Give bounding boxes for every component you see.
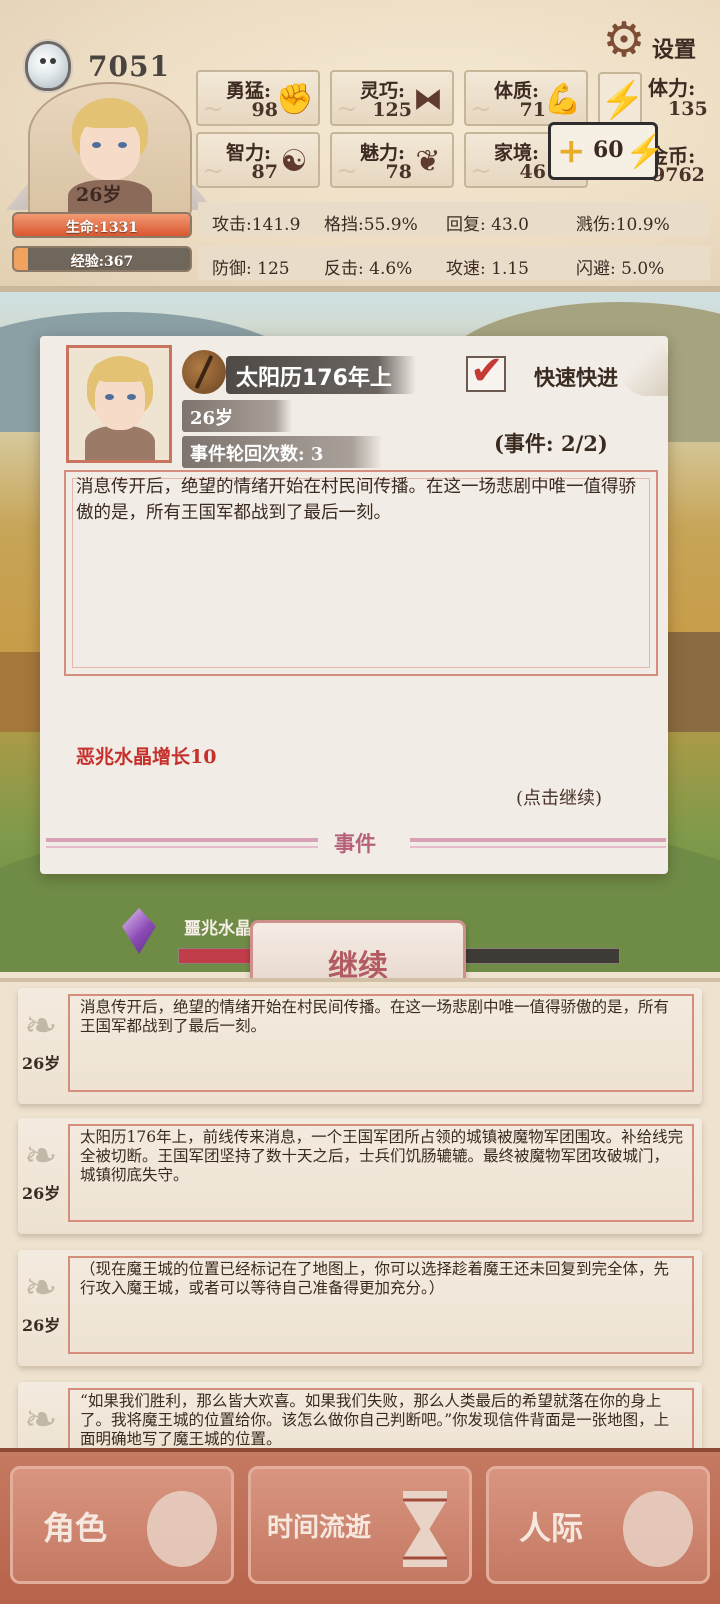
event-text: 消息传开后，绝望的情绪开始在村民间传播。在这一场悲剧中唯一值得骄傲的是，所有王国… bbox=[76, 477, 636, 523]
hp-bar: 生命:1331 bbox=[12, 212, 192, 238]
stat-value: 87 bbox=[251, 161, 278, 183]
event-section-label: 事件 bbox=[334, 831, 376, 856]
event-reward: 恶兆水晶增长10 bbox=[76, 746, 217, 768]
fist-icon: ✊ bbox=[276, 82, 314, 117]
event-age: 26岁 bbox=[190, 408, 234, 429]
soul-gem-icon bbox=[28, 44, 68, 88]
swirl-ornament-icon: ~ bbox=[470, 94, 492, 124]
event-counter: (事件: 2/2) bbox=[494, 431, 608, 456]
people-icon bbox=[623, 1491, 693, 1567]
stat-card-valor[interactable]: ~ 勇猛: 98 ✊ bbox=[196, 70, 320, 126]
combat-stat-defense: 防御: 125 bbox=[212, 259, 290, 279]
tie-icon: ⧓ bbox=[413, 82, 443, 117]
log-text: “如果我们胜利，那么皆大欢喜。如果我们失败，那么人类最后的希望就落在你的身上了。… bbox=[80, 1392, 670, 1448]
stamina-label: 体力: bbox=[648, 76, 696, 100]
paper-curl-decoration bbox=[622, 336, 668, 396]
feather-icon: ❧ bbox=[24, 1003, 58, 1049]
event-cycle-count: 事件轮回次数: 3 bbox=[190, 444, 324, 465]
combat-stat-regen: 回复: 43.0 bbox=[446, 215, 529, 235]
settings-button[interactable]: 设置 bbox=[652, 32, 696, 64]
log-age: 26岁 bbox=[22, 1316, 61, 1335]
hp-text: 生命:1331 bbox=[65, 220, 139, 236]
combat-stat-splash: 溅伤:10.9% bbox=[576, 215, 670, 235]
combat-stat-attack: 攻击:141.9 bbox=[212, 215, 301, 235]
nav-label: 人际 bbox=[519, 1509, 584, 1547]
event-date: 太阳历176年上 bbox=[236, 366, 392, 391]
combat-stat-attack-speed: 攻速: 1.15 bbox=[446, 259, 529, 279]
hourglass-icon bbox=[403, 1491, 447, 1567]
lightning-icon: ⚡ bbox=[625, 132, 665, 170]
swirl-ornament-icon: ~ bbox=[336, 94, 358, 124]
bean-icon bbox=[182, 350, 226, 394]
nav-label: 时间流逝 bbox=[267, 1513, 372, 1543]
click-to-continue-hint[interactable]: (点击继续) bbox=[516, 784, 602, 810]
xp-bar: 经验:367 bbox=[12, 246, 192, 272]
stamina-gain-popup: + 60 ⚡ bbox=[548, 122, 665, 180]
gem-count: 7051 bbox=[88, 50, 170, 83]
plus-icon: + bbox=[557, 131, 586, 171]
nav-relations-button[interactable]: 人际 bbox=[486, 1466, 710, 1584]
log-age: 26岁 bbox=[22, 1054, 61, 1073]
stat-card-charm[interactable]: ~ 魅力: 78 ❦ bbox=[330, 132, 454, 188]
omen-crystal-fill bbox=[179, 949, 259, 963]
swirl-ornament-icon: ~ bbox=[202, 94, 224, 124]
stat-card-agility[interactable]: ~ 灵巧: 125 ⧓ bbox=[330, 70, 454, 126]
stat-value: 125 bbox=[372, 99, 412, 121]
feather-icon: ❧ bbox=[24, 1265, 58, 1311]
log-text: 太阳历176年上，前线传来消息，一个王国军团所占领的城镇被魔物军团围攻。补给线完… bbox=[80, 1128, 684, 1184]
log-text: 消息传开后，绝望的情绪开始在村民间传播。在这一场悲剧中唯一值得骄傲的是，所有王国… bbox=[80, 998, 670, 1035]
log-item[interactable]: ❧ 26岁 太阳历176年上，前线传来消息，一个王国军团所占领的城镇被魔物军团围… bbox=[18, 1118, 702, 1234]
stamina-gain-value: 60 bbox=[593, 137, 624, 163]
stamina-value: 135 bbox=[668, 98, 708, 120]
flower-icon: ❦ bbox=[415, 144, 441, 179]
age-label: 26岁 bbox=[76, 184, 122, 206]
stat-value: 78 bbox=[385, 161, 412, 183]
combat-stat-dodge: 闪避: 5.0% bbox=[576, 259, 665, 279]
stat-value: 71 bbox=[519, 99, 546, 121]
stat-value: 98 bbox=[251, 99, 278, 121]
event-portrait bbox=[66, 345, 172, 463]
omen-crystal-label: 噩兆水晶 bbox=[184, 919, 252, 939]
feather-icon: ❧ bbox=[24, 1397, 58, 1443]
gear-icon[interactable]: ⚙ bbox=[598, 14, 650, 66]
character-bust-icon bbox=[147, 1491, 217, 1567]
feather-icon: ❧ bbox=[24, 1133, 58, 1179]
log-item[interactable]: ❧ 26岁 消息传开后，绝望的情绪开始在村民间传播。在这一场悲剧中唯一值得骄傲的… bbox=[18, 988, 702, 1104]
arm-icon: 💪 bbox=[544, 82, 582, 117]
nav-label: 角色 bbox=[43, 1509, 108, 1547]
combat-stat-counter: 反击: 4.6% bbox=[324, 259, 413, 279]
brain-icon: ☯ bbox=[280, 144, 308, 179]
fast-forward-checkbox[interactable] bbox=[466, 348, 506, 394]
nav-character-button[interactable]: 角色 bbox=[10, 1466, 234, 1584]
log-text: （现在魔王城的位置已经标记在了地图上，你可以选择趁着魔王还未回复到完全体，先行攻… bbox=[80, 1260, 670, 1297]
fast-forward-label[interactable]: 快速快进 bbox=[534, 362, 618, 392]
nav-time-pass-button[interactable]: 时间流逝 bbox=[248, 1466, 472, 1584]
swirl-ornament-icon: ~ bbox=[336, 156, 358, 186]
stat-card-constitution[interactable]: ~ 体质: 71 💪 bbox=[464, 70, 588, 126]
stat-value: 46 bbox=[519, 161, 546, 183]
lightning-icon: ⚡ bbox=[598, 72, 645, 128]
log-age: 26岁 bbox=[22, 1184, 61, 1203]
combat-stat-block: 格挡:55.9% bbox=[324, 215, 418, 235]
swirl-ornament-icon: ~ bbox=[470, 156, 492, 186]
swirl-ornament-icon: ~ bbox=[202, 156, 224, 186]
xp-text: 经验:367 bbox=[70, 254, 134, 270]
log-item[interactable]: ❧ 26岁 （现在魔王城的位置已经标记在了地图上，你可以选择趁着魔王还未回复到完… bbox=[18, 1250, 702, 1366]
stat-card-intelligence[interactable]: ~ 智力: 87 ☯ bbox=[196, 132, 320, 188]
